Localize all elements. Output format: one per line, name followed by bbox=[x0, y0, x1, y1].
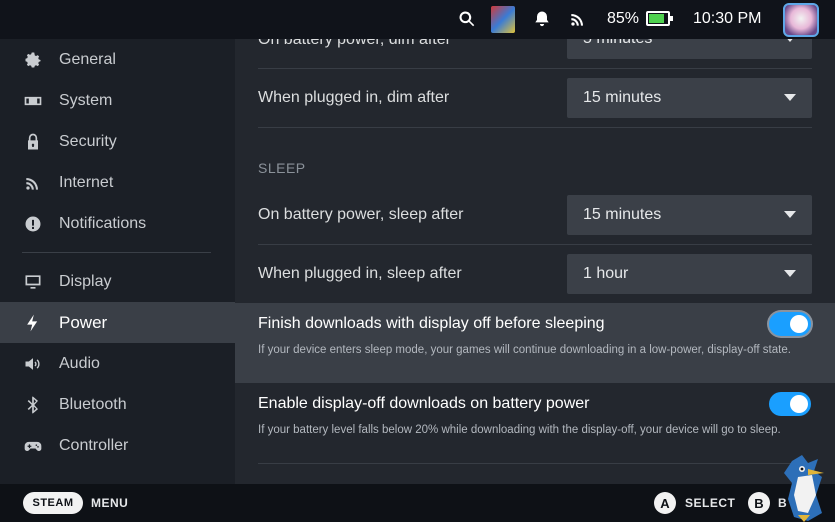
sidebar-item-label: Display bbox=[59, 272, 112, 290]
sidebar-item-general[interactable]: General bbox=[0, 39, 235, 80]
bluetooth-icon bbox=[22, 394, 44, 416]
clock: 10:30 PM bbox=[693, 10, 762, 27]
row-divider bbox=[258, 68, 812, 69]
battery-percent: 85% bbox=[607, 10, 640, 27]
battery-downloads-toggle[interactable] bbox=[769, 392, 811, 416]
sidebar-item-bluetooth[interactable]: Bluetooth bbox=[0, 384, 235, 425]
a-button-glyph[interactable]: A bbox=[654, 492, 676, 514]
b-button-glyph[interactable]: B bbox=[748, 492, 770, 514]
mascot-image bbox=[784, 455, 824, 522]
sidebar-item-power[interactable]: Power bbox=[0, 302, 235, 343]
chevron-down-icon bbox=[784, 94, 796, 101]
sidebar-item-audio[interactable]: Audio bbox=[0, 343, 235, 384]
wifi-icon[interactable] bbox=[568, 9, 588, 29]
sidebar-divider bbox=[22, 252, 211, 253]
sidebar-item-notifications[interactable]: Notifications bbox=[0, 203, 235, 244]
sidebar-item-controller[interactable]: Controller bbox=[0, 425, 235, 466]
sidebar-item-security[interactable]: Security bbox=[0, 121, 235, 162]
finish-downloads-description: If your device enters sleep mode, your g… bbox=[258, 344, 791, 356]
wifi-icon bbox=[22, 172, 44, 194]
power-settings-panel: On battery power, dim after 5 minutes Wh… bbox=[235, 0, 835, 484]
battery-downloads-label: Enable display-off downloads on battery … bbox=[258, 395, 590, 412]
steam-button[interactable]: STEAM bbox=[23, 492, 83, 514]
bolt-icon bbox=[22, 312, 44, 334]
finish-downloads-label: Finish downloads with display off before… bbox=[258, 315, 605, 332]
sleep-battery-dropdown[interactable]: 15 minutes bbox=[567, 195, 812, 235]
monitor-icon bbox=[22, 271, 44, 293]
sleep-section-heading: SLEEP bbox=[258, 160, 306, 176]
bottom-button-bar: STEAM MENU A SELECT B B bbox=[0, 484, 835, 522]
system-icon bbox=[22, 90, 44, 112]
settings-sidebar: General System Security Internet Notific… bbox=[0, 0, 235, 484]
select-label: SELECT bbox=[685, 496, 736, 510]
sidebar-item-system[interactable]: System bbox=[0, 80, 235, 121]
search-icon[interactable] bbox=[457, 9, 477, 29]
speaker-icon bbox=[22, 353, 44, 375]
sidebar-item-label: Security bbox=[59, 132, 117, 150]
sleep-battery-label: On battery power, sleep after bbox=[258, 206, 464, 223]
sidebar-item-label: Audio bbox=[59, 354, 100, 372]
dim-plugged-label: When plugged in, dim after bbox=[258, 89, 450, 106]
battery-nub bbox=[670, 16, 673, 21]
bell-icon[interactable] bbox=[532, 9, 552, 29]
gamepad-icon bbox=[22, 435, 44, 457]
avatar[interactable] bbox=[783, 3, 819, 37]
app-badge[interactable] bbox=[491, 6, 515, 33]
sidebar-item-display[interactable]: Display bbox=[0, 261, 235, 302]
sidebar-item-label: Bluetooth bbox=[59, 395, 127, 413]
top-status-bar: 85% 10:30 PM bbox=[0, 0, 835, 39]
sidebar-item-label: Controller bbox=[59, 436, 129, 454]
alert-icon bbox=[22, 213, 44, 235]
sleep-battery-value: 15 minutes bbox=[583, 206, 662, 223]
gear-icon bbox=[22, 49, 44, 71]
battery-fill bbox=[649, 14, 664, 23]
toggle-knob bbox=[790, 315, 808, 333]
sidebar-item-label: System bbox=[59, 91, 113, 109]
sidebar-item-internet[interactable]: Internet bbox=[0, 162, 235, 203]
finish-downloads-toggle[interactable] bbox=[769, 312, 811, 336]
battery-icon[interactable] bbox=[646, 11, 673, 26]
sidebar-item-label: General bbox=[59, 50, 116, 68]
sidebar-item-label: Internet bbox=[59, 173, 114, 191]
row-divider bbox=[258, 127, 812, 128]
row-divider bbox=[258, 463, 812, 464]
toggle-knob bbox=[790, 395, 808, 413]
menu-label: MENU bbox=[91, 496, 129, 510]
lock-icon bbox=[22, 131, 44, 153]
dim-plugged-dropdown[interactable]: 15 minutes bbox=[567, 78, 812, 118]
sidebar-item-label: Power bbox=[59, 312, 108, 332]
sidebar-item-label: Notifications bbox=[59, 214, 147, 232]
row-divider bbox=[258, 244, 812, 245]
sleep-plugged-value: 1 hour bbox=[583, 265, 629, 282]
chevron-down-icon bbox=[784, 270, 796, 277]
sidebar-list: General System Security Internet Notific… bbox=[0, 39, 235, 466]
dim-plugged-value: 15 minutes bbox=[583, 89, 662, 106]
battery-downloads-description: If your battery level falls below 20% wh… bbox=[258, 424, 781, 436]
sleep-plugged-dropdown[interactable]: 1 hour bbox=[567, 254, 812, 294]
sleep-plugged-label: When plugged in, sleep after bbox=[258, 265, 462, 282]
chevron-down-icon bbox=[784, 211, 796, 218]
